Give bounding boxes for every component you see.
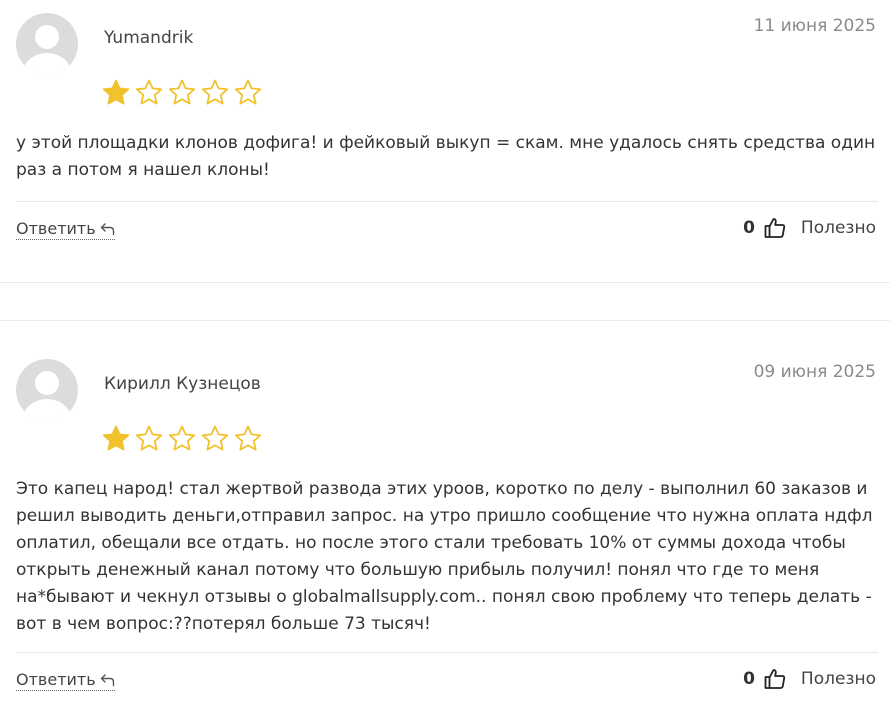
review-text: Это капец народ! стал жертвой развода эт… bbox=[16, 479, 873, 634]
reply-arrow-icon bbox=[100, 222, 114, 235]
user-placeholder-icon bbox=[35, 371, 59, 395]
reviews-page: Yumandrik 11 июня 2025 у этой площадки к… bbox=[0, 0, 890, 725]
avatar bbox=[16, 13, 78, 75]
star-icon bbox=[201, 425, 229, 451]
avatar bbox=[16, 359, 78, 421]
like-count: 0 bbox=[743, 669, 755, 689]
star-icon bbox=[234, 79, 262, 105]
review-text: у этой площадки клонов дофига! и фейковы… bbox=[16, 133, 876, 180]
divider bbox=[16, 652, 878, 653]
like-count: 0 bbox=[743, 218, 755, 238]
section-divider bbox=[0, 320, 890, 321]
review-date: 09 июня 2025 bbox=[753, 362, 876, 382]
thumbs-up-icon[interactable] bbox=[763, 667, 787, 691]
likes-block: 0 Полезно bbox=[743, 216, 876, 240]
star-icon bbox=[234, 425, 262, 451]
reply-label: Ответить bbox=[16, 219, 96, 238]
star-rating bbox=[101, 78, 263, 108]
star-icon bbox=[102, 425, 130, 451]
star-icon bbox=[102, 79, 130, 105]
user-placeholder-icon bbox=[35, 25, 59, 49]
star-icon bbox=[168, 79, 196, 105]
avatar-body bbox=[23, 53, 71, 75]
avatar-body bbox=[23, 399, 71, 421]
star-icon bbox=[135, 79, 163, 105]
star-icon bbox=[135, 425, 163, 451]
review-date: 11 июня 2025 bbox=[753, 16, 876, 36]
review-author: Yumandrik bbox=[104, 28, 194, 48]
star-icon bbox=[168, 425, 196, 451]
review-author: Кирилл Кузнецов bbox=[104, 374, 261, 394]
reply-link[interactable]: Ответить bbox=[16, 670, 115, 691]
useful-button[interactable]: Полезно bbox=[801, 218, 876, 238]
useful-button[interactable]: Полезно bbox=[801, 669, 876, 689]
likes-block: 0 Полезно bbox=[743, 667, 876, 691]
thumbs-up-icon[interactable] bbox=[763, 216, 787, 240]
section-divider bbox=[0, 282, 890, 283]
star-rating bbox=[101, 424, 263, 454]
divider bbox=[16, 201, 878, 202]
reply-label: Ответить bbox=[16, 670, 96, 689]
star-icon bbox=[201, 79, 229, 105]
reply-arrow-icon bbox=[100, 673, 114, 686]
reply-link[interactable]: Ответить bbox=[16, 219, 115, 240]
